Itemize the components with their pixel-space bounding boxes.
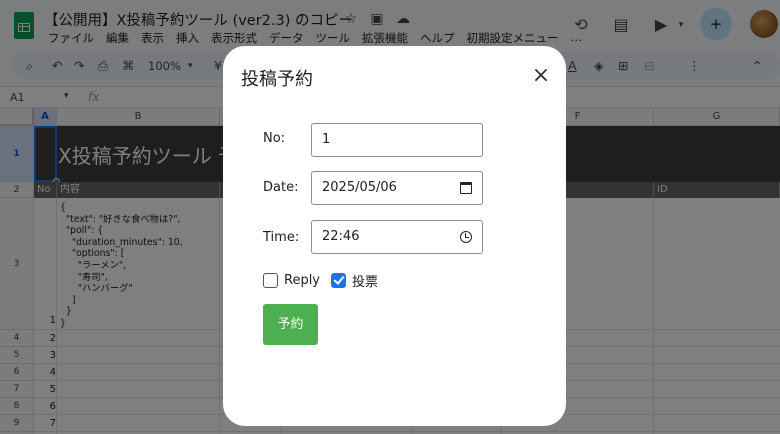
schedule-button[interactable]: 予約 — [263, 304, 318, 345]
reply-checkbox-row[interactable]: Reply — [263, 272, 320, 288]
vote-checkbox-row[interactable]: 投票 — [331, 271, 378, 290]
date-label: Date: — [263, 180, 299, 195]
close-icon[interactable]: × — [529, 64, 553, 88]
clock-icon[interactable] — [460, 231, 472, 243]
calendar-icon[interactable] — [460, 182, 472, 194]
time-value: 22:46 — [322, 229, 360, 244]
vote-label[interactable]: 投票 — [352, 271, 378, 290]
no-input[interactable]: 1 — [311, 123, 483, 157]
date-value: 2025/05/06 — [322, 180, 397, 195]
reply-label[interactable]: Reply — [284, 273, 320, 288]
reply-checkbox[interactable] — [263, 272, 278, 288]
time-input[interactable]: 22:46 — [311, 220, 483, 254]
no-label: No: — [263, 131, 286, 146]
date-input[interactable]: 2025/05/06 — [311, 171, 483, 205]
time-label: Time: — [263, 230, 300, 245]
schedule-post-dialog: 投稿予約 × No: 1 Date: 2025/05/06 Time: 22:4… — [223, 46, 566, 426]
vote-checkbox[interactable] — [331, 272, 346, 288]
dialog-title: 投稿予約 — [241, 69, 313, 90]
